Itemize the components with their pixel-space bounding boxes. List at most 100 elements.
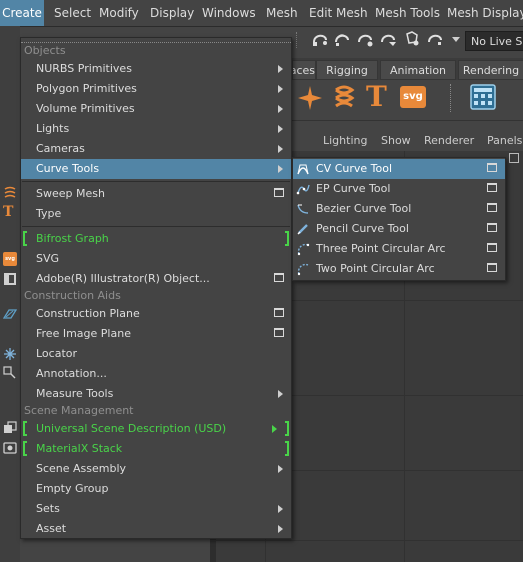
menu-item-two-point-arc[interactable]: Two Point Circular Arc (293, 259, 505, 279)
menu-item-annotation[interactable]: Annotation... (21, 364, 291, 384)
menu-item-curve-tools[interactable]: Curve Tools (21, 159, 291, 179)
three-point-arc-icon (297, 243, 310, 256)
menu-item-scene-assembly[interactable]: Scene Assembly (21, 459, 291, 479)
svg-icon: svg (3, 252, 17, 266)
main-menubar: Create Select Modify Display Windows Mes… (0, 0, 523, 27)
panel-menu-panels[interactable]: Panels (487, 131, 522, 151)
shelf-divider (450, 84, 453, 112)
svg-shelf-icon[interactable]: svg (400, 86, 426, 108)
tab-curves-surfaces[interactable]: Curves / Surfaces (292, 60, 316, 80)
toolbar-divider (296, 32, 299, 48)
menu-item-three-point-arc[interactable]: Three Point Circular Arc (293, 239, 505, 259)
menu-edit-mesh[interactable]: Edit Mesh (309, 0, 368, 26)
section-header-construction-aids: Construction Aids (24, 289, 121, 302)
menu-item-nurbs-primitives[interactable]: NURBS Primitives (21, 59, 291, 79)
snap-view-plane-icon[interactable] (379, 30, 397, 48)
panel-menu-lighting[interactable]: Lighting (323, 131, 367, 151)
snap-dropdown-icon[interactable] (426, 30, 444, 48)
menu-mesh-tools[interactable]: Mesh Tools (375, 0, 440, 26)
menu-item-sets[interactable]: Sets (21, 499, 291, 519)
illustrator-icon (4, 273, 16, 285)
menu-item-ep-curve-tool[interactable]: EP Curve Tool (293, 179, 505, 199)
panel-menu-show[interactable]: Show (381, 131, 411, 151)
section-header-scene-management: Scene Management (24, 404, 134, 417)
menu-item-label: Volume Primitives (36, 102, 135, 115)
menu-item-volume-primitives[interactable]: Volume Primitives (21, 99, 291, 119)
menu-divider (22, 181, 290, 182)
sweep-mesh-shelf-icon[interactable] (330, 84, 358, 112)
menu-item-materialx-stack[interactable]: MaterialX Stack (21, 439, 291, 459)
option-box-icon[interactable] (487, 183, 497, 192)
menu-item-measure-tools[interactable]: Measure Tools (21, 384, 291, 404)
submenu-arrow-icon (278, 390, 283, 398)
tab-animation[interactable]: Animation (380, 60, 456, 80)
menu-item-locator[interactable]: Locator (21, 344, 291, 364)
option-box-icon[interactable] (487, 203, 497, 212)
viewport-panel-icon[interactable] (509, 153, 519, 163)
menu-item-cv-curve-tool[interactable]: CV Curve Tool (293, 159, 505, 179)
option-box-icon[interactable] (274, 188, 284, 197)
menu-mesh[interactable]: Mesh (266, 0, 298, 26)
menu-item-label: Two Point Circular Arc (316, 262, 435, 275)
menu-item-label: Free Image Plane (36, 327, 131, 340)
menu-item-illustrator-object[interactable]: Adobe(R) Illustrator(R) Object... (21, 269, 291, 289)
option-box-icon[interactable] (487, 163, 497, 172)
menu-select[interactable]: Select (54, 0, 91, 26)
option-box-icon[interactable] (487, 263, 497, 272)
option-box-icon[interactable] (487, 243, 497, 252)
menu-item-label: Bifrost Graph (36, 232, 109, 245)
menu-item-pencil-curve-tool[interactable]: Pencil Curve Tool (293, 219, 505, 239)
option-box-icon[interactable] (274, 328, 284, 337)
tab-rendering[interactable]: Rendering (458, 60, 523, 80)
toolbar-dropdown-arrow[interactable] (452, 37, 460, 42)
bezier-curve-icon (297, 204, 309, 214)
menu-item-label: Polygon Primitives (36, 82, 137, 95)
menu-item-label: Bezier Curve Tool (316, 202, 412, 215)
menu-item-label: Empty Group (36, 482, 109, 495)
menu-tearoff[interactable] (21, 38, 291, 43)
menu-item-asset[interactable]: Asset (21, 519, 291, 539)
menu-create[interactable]: Create (0, 0, 44, 26)
menu-item-bifrost-graph[interactable]: Bifrost Graph (21, 229, 291, 249)
tab-rigging[interactable]: Rigging (316, 60, 378, 80)
menu-modify[interactable]: Modify (99, 0, 139, 26)
sweep-mesh-icon (4, 186, 16, 198)
menu-item-cameras[interactable]: Cameras (21, 139, 291, 159)
menu-display[interactable]: Display (150, 0, 194, 26)
menu-item-label: SVG (36, 252, 60, 265)
menu-item-usd[interactable]: Universal Scene Description (USD) (21, 419, 291, 439)
menu-item-type[interactable]: Type (21, 204, 291, 224)
menu-item-label: Measure Tools (36, 387, 114, 400)
menu-item-sweep-mesh[interactable]: Sweep Mesh (21, 184, 291, 204)
snap-live-icon[interactable] (403, 30, 421, 48)
submenu-arrow-icon (278, 125, 283, 133)
menu-item-lights[interactable]: Lights (21, 119, 291, 139)
snap-grid-icon[interactable] (311, 30, 329, 48)
menu-windows[interactable]: Windows (202, 0, 256, 26)
option-box-icon[interactable] (274, 308, 284, 317)
menu-item-free-image-plane[interactable]: Free Image Plane (21, 324, 291, 344)
snap-point-icon[interactable] (356, 30, 374, 48)
live-surface-field[interactable]: No Live Surface (465, 31, 523, 51)
green-bracket-right (285, 421, 289, 436)
layout-shelf-icon[interactable] (470, 84, 496, 110)
menu-item-bezier-curve-tool[interactable]: Bezier Curve Tool (293, 199, 505, 219)
menu-item-label: NURBS Primitives (36, 62, 132, 75)
option-box-icon[interactable] (487, 223, 497, 232)
cv-curve-icon (297, 164, 309, 175)
menu-item-svg[interactable]: SVG (21, 249, 291, 269)
menu-item-label: Sets (36, 502, 60, 515)
menu-mesh-display[interactable]: Mesh Display (447, 0, 523, 26)
menu-item-label: EP Curve Tool (316, 182, 391, 195)
panel-menu-renderer[interactable]: Renderer (424, 131, 474, 151)
submenu-arrow-icon (272, 425, 277, 433)
snap-curve-icon[interactable] (333, 30, 351, 48)
menu-item-label: Universal Scene Description (USD) (36, 422, 227, 435)
option-box-icon[interactable] (274, 273, 284, 282)
menu-item-empty-group[interactable]: Empty Group (21, 479, 291, 499)
menu-item-construction-plane[interactable]: Construction Plane (21, 304, 291, 324)
type-shelf-icon[interactable]: T (366, 82, 390, 112)
submenu-arrow-icon (278, 465, 283, 473)
sweep-star-icon[interactable] (296, 84, 324, 112)
menu-item-polygon-primitives[interactable]: Polygon Primitives (21, 79, 291, 99)
